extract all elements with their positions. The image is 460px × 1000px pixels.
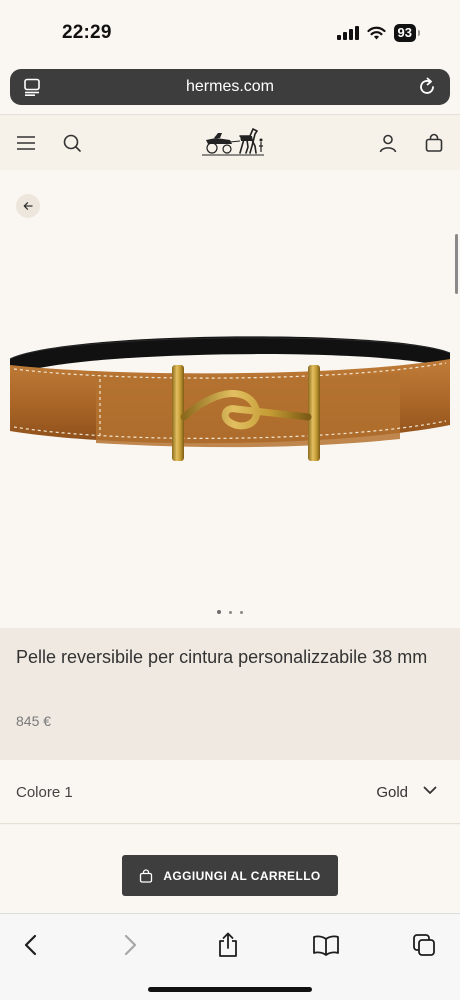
gallery-pagination[interactable] [0, 610, 460, 614]
color-value[interactable]: Gold [376, 784, 408, 801]
chevron-right-icon [124, 934, 137, 956]
account-button[interactable] [374, 129, 402, 157]
add-to-cart-button[interactable]: AGGIUNGI AL CARRELLO [122, 855, 338, 896]
chevron-down-icon[interactable] [422, 782, 438, 798]
bag-button[interactable] [420, 129, 448, 157]
color-label: Colore 1 [16, 784, 73, 801]
product-price: 845 € [16, 713, 52, 729]
add-to-cart-label: AGGIUNGI AL CARRELLO [163, 868, 321, 883]
search-button[interactable] [58, 129, 86, 157]
browser-toolbar [0, 913, 460, 1000]
tabs-button[interactable] [409, 930, 439, 960]
search-icon [63, 134, 81, 152]
tabs-icon [413, 934, 435, 956]
add-to-cart-area: AGGIUNGI AL CARRELLO [0, 825, 460, 913]
back-button[interactable] [16, 194, 40, 218]
gallery-dot-active[interactable] [217, 610, 221, 614]
menu-button[interactable] [12, 129, 40, 157]
reload-icon[interactable] [416, 76, 438, 98]
url-text[interactable]: hermes.com [10, 78, 450, 96]
gallery-dot[interactable] [240, 610, 243, 614]
address-bar[interactable]: hermes.com [10, 69, 450, 105]
bookmarks-button[interactable] [311, 930, 341, 960]
wifi-icon [366, 26, 386, 40]
share-button[interactable] [213, 930, 243, 960]
product-image-belt [9, 336, 451, 461]
status-time: 22:29 [62, 22, 112, 43]
status-icons: 93 [336, 24, 421, 42]
back-arrow-icon [23, 202, 33, 210]
share-icon [219, 932, 237, 957]
site-header [0, 114, 460, 170]
hermes-logo[interactable] [200, 124, 266, 160]
browser-chrome: hermes.com [0, 62, 460, 114]
product-info: Pelle reversibile per cintura personaliz… [0, 628, 460, 760]
scrollbar[interactable] [455, 234, 458, 294]
browser-back-button[interactable] [16, 930, 46, 960]
signal-icon [336, 26, 359, 40]
bag-icon [140, 868, 153, 883]
battery-indicator: 93 [393, 24, 421, 42]
status-bar: 22:29 93 [0, 0, 460, 62]
bag-icon [425, 133, 443, 152]
gallery-dot[interactable] [229, 610, 232, 614]
product-title: Pelle reversibile per cintura personaliz… [16, 647, 428, 667]
home-indicator[interactable] [148, 987, 312, 992]
product-gallery[interactable] [0, 170, 460, 628]
account-icon [379, 134, 397, 153]
browser-forward-button[interactable] [115, 930, 145, 960]
color-selector[interactable]: Colore 1 Gold [0, 760, 460, 824]
menu-icon [17, 136, 35, 150]
book-icon [313, 935, 339, 956]
chevron-left-icon [24, 934, 37, 956]
